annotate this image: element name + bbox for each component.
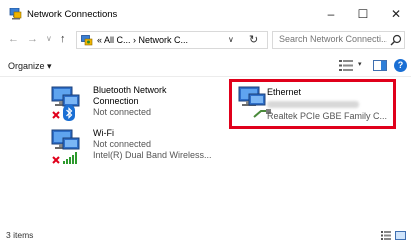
item-name-line2: Connection xyxy=(93,96,139,106)
address-dropdown[interactable]: ∨ xyxy=(228,35,234,44)
large-icons-view-icon[interactable] xyxy=(395,231,406,240)
up-button[interactable]: ↑ xyxy=(60,33,66,45)
organize-menu-button[interactable]: Organize ▾ xyxy=(8,61,52,72)
details-view-icon[interactable] xyxy=(381,231,391,240)
close-button[interactable]: ✕ xyxy=(379,0,411,28)
maximize-button[interactable]: ☐ xyxy=(346,0,380,28)
refresh-button[interactable]: ↻ xyxy=(249,33,258,46)
search-icon[interactable] xyxy=(390,34,402,46)
bluetooth-icon xyxy=(63,105,75,121)
list-item-bluetooth[interactable]: Bluetooth Network Connection Not connect… xyxy=(50,85,190,129)
item-status: Not connected xyxy=(93,139,152,149)
address-bar-row: ← → ∨ ↑ « All C... › Network C... ∨ ↻ xyxy=(0,28,411,52)
control-panel-icon xyxy=(81,35,93,46)
title-bar: Network Connections – ☐ ✕ xyxy=(0,0,411,28)
list-item-wifi[interactable]: Wi-Fi Not connected Intel(R) Dual Band W… xyxy=(50,128,212,170)
command-bar: Organize ▾ ▾ ? xyxy=(0,55,411,77)
window-title: Network Connections xyxy=(27,9,118,20)
forward-button[interactable]: → xyxy=(27,33,38,45)
status-bar: 3 items xyxy=(0,228,411,243)
minimize-button[interactable]: – xyxy=(314,0,348,28)
change-view-icon[interactable] xyxy=(339,60,353,71)
item-name: Wi-Fi xyxy=(93,128,114,138)
preview-pane-icon[interactable] xyxy=(373,60,387,71)
view-options-dropdown[interactable]: ▾ xyxy=(358,60,362,68)
help-icon[interactable]: ? xyxy=(394,59,407,72)
error-x-icon xyxy=(52,111,60,119)
search-input[interactable] xyxy=(279,34,387,44)
error-x-icon xyxy=(52,156,60,164)
breadcrumb[interactable]: « All C... › Network C... xyxy=(97,35,188,45)
back-button[interactable]: ← xyxy=(8,33,19,45)
network-connections-icon xyxy=(9,8,22,20)
item-adapter: Intel(R) Dual Band Wireless... xyxy=(93,150,212,160)
search-box[interactable] xyxy=(272,31,405,49)
item-name-line1: Bluetooth Network xyxy=(93,85,167,95)
item-status: Not connected xyxy=(93,107,152,117)
recent-locations-dropdown[interactable]: ∨ xyxy=(46,34,52,43)
wifi-signal-icon xyxy=(63,152,77,164)
address-bar[interactable]: « All C... › Network C... ∨ ↻ xyxy=(76,31,268,49)
item-count: 3 items xyxy=(6,230,34,240)
highlight-box xyxy=(229,79,396,129)
